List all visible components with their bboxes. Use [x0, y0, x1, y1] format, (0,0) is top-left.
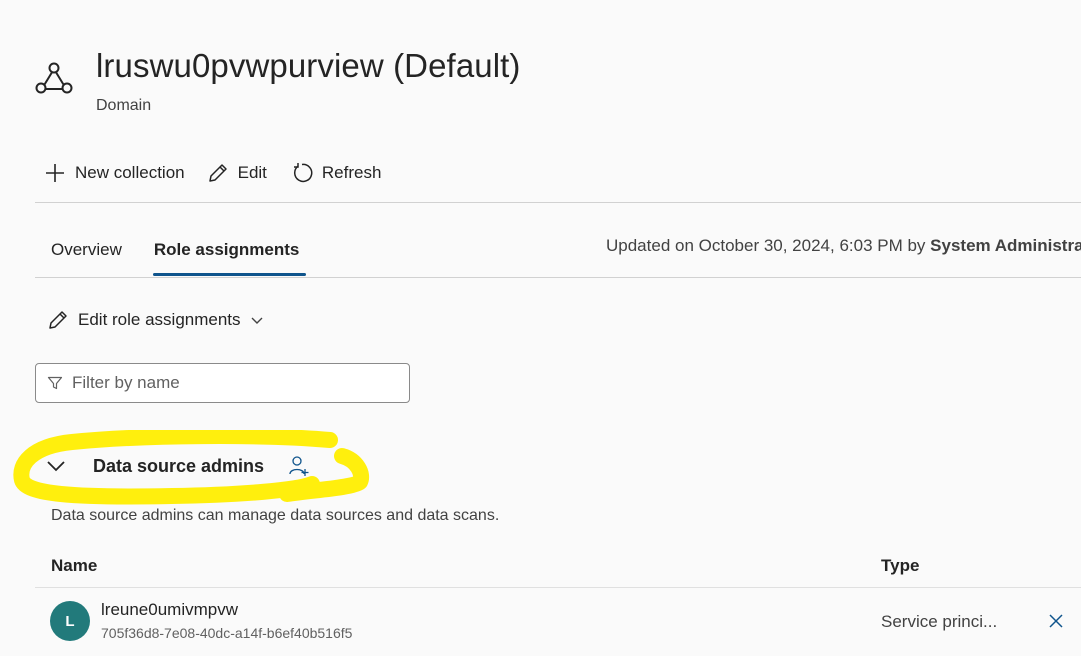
divider: [35, 277, 1081, 278]
member-type: Service princi...: [881, 612, 998, 631]
member-id: 705f36d8-7e08-40dc-a14f-b6ef40b516f5: [101, 625, 353, 641]
chevron-down-icon: [251, 317, 263, 324]
divider: [35, 587, 1081, 588]
edit-role-assignments-button[interactable]: Edit role assignments: [47, 309, 265, 331]
tab-overview[interactable]: Overview: [35, 228, 138, 276]
edit-role-assignments-label: Edit role assignments: [78, 310, 241, 329]
pencil-icon: [49, 311, 67, 329]
command-bar: New collection Edit Refresh: [44, 158, 381, 188]
member-name: lreune0umivmpvw: [101, 600, 238, 619]
pencil-icon: [208, 164, 227, 182]
collection-icon: [34, 60, 74, 96]
divider: [35, 202, 1081, 203]
chevron-down-icon[interactable]: [45, 455, 67, 477]
column-header-type[interactable]: Type: [881, 556, 919, 576]
section-description: Data source admins can manage data sourc…: [51, 507, 500, 524]
refresh-button[interactable]: Refresh: [291, 162, 382, 184]
filter-box: [35, 363, 410, 403]
refresh-icon: [293, 163, 313, 183]
section-title: Data source admins: [93, 455, 265, 476]
page-subtitle: Domain: [96, 97, 152, 114]
new-collection-label: New collection: [75, 163, 185, 182]
updated-by-user: System Administra: [930, 236, 1081, 255]
avatar: L: [50, 601, 90, 641]
updated-text: Updated on October 30, 2024, 6:03 PM by: [606, 236, 931, 255]
edit-button[interactable]: Edit: [207, 162, 267, 184]
filter-icon: [47, 376, 63, 390]
tab-role-assignments[interactable]: Role assignments: [138, 228, 316, 276]
active-tab-indicator: [153, 273, 306, 276]
updated-info: Updated on October 30, 2024, 6:03 PM by …: [606, 236, 1081, 256]
add-user-icon[interactable]: [288, 455, 310, 477]
plus-icon: [46, 164, 64, 182]
filter-input[interactable]: [72, 373, 392, 393]
refresh-label: Refresh: [321, 163, 382, 182]
section-header[interactable]: Data source admins: [45, 455, 310, 477]
edit-label: Edit: [237, 163, 267, 182]
page-title: lruswu0pvwpurview (Default): [96, 47, 521, 84]
remove-icon[interactable]: [1046, 611, 1066, 631]
column-header-name[interactable]: Name: [51, 556, 97, 576]
tab-list: Overview Role assignments: [35, 228, 315, 276]
new-collection-button[interactable]: New collection: [44, 162, 185, 184]
